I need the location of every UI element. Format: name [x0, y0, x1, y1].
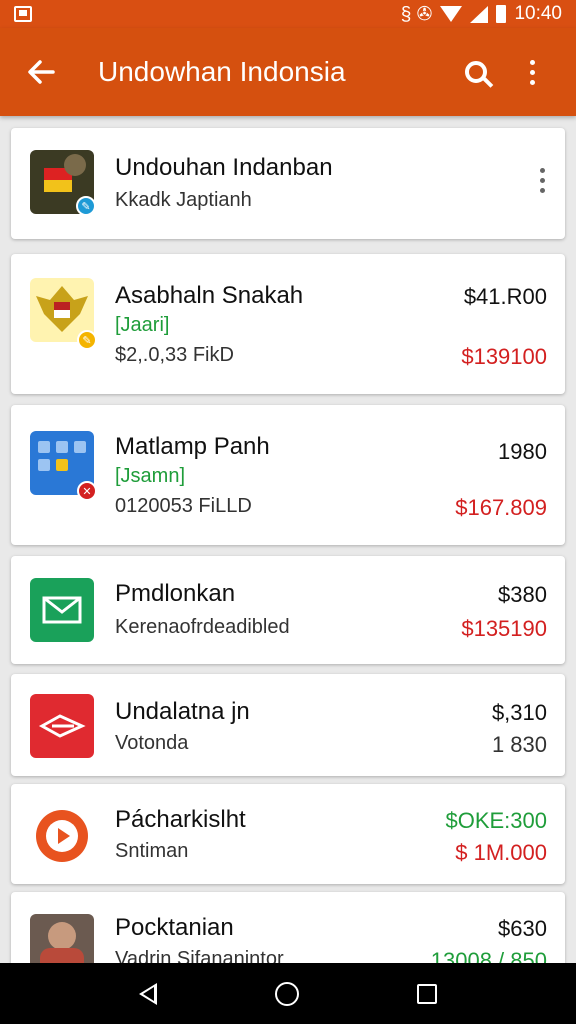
item-tag: [Jsamn]	[115, 465, 186, 487]
page-title: Undowhan Indonsia	[98, 56, 346, 87]
item-value-primary: $380	[498, 582, 547, 607]
header-badge-icon: ✎	[76, 196, 96, 216]
item-value-primary: 1980	[498, 439, 547, 464]
search-button[interactable]	[448, 47, 504, 97]
item-name: Asabhaln Snakah	[115, 282, 304, 309]
item-subtitle: Kerenaofrdeadibled	[115, 616, 290, 638]
nav-home-icon[interactable]	[275, 981, 299, 1006]
app-bar: Undowhan Indonsia	[0, 28, 576, 116]
header-card[interactable]: ✎ Undouhan Indanban Kkadk Japtianh	[11, 128, 565, 239]
nav-recents-icon[interactable]	[417, 983, 437, 1004]
list-item[interactable]: Undalatna jn Votonda $,310 1 830	[11, 674, 565, 776]
item-name: Pocktanian	[115, 914, 234, 941]
status-symbols: § ✇	[400, 3, 433, 25]
item-value-primary: $630	[498, 916, 547, 941]
item-subtitle: $2,.0,33 FikD	[115, 344, 234, 366]
status-time: 10:40	[514, 3, 562, 24]
item-name: Pácharkislht	[115, 806, 246, 833]
header-card-menu-button[interactable]	[540, 168, 545, 193]
back-button[interactable]	[16, 47, 66, 97]
item-subtitle: Votonda	[115, 732, 189, 754]
list-item[interactable]: Pmdlonkan Kerenaofrdeadibled $380 $13519…	[11, 556, 565, 664]
item-value-secondary: $167.809	[455, 495, 547, 520]
transfer-icon	[30, 694, 94, 758]
item-badge-icon: ✕	[77, 481, 97, 501]
list-item[interactable]: Pácharkislht Sntiman $OKE:300 $ 1M.000	[11, 784, 565, 884]
item-badge-icon: ✎	[77, 330, 97, 350]
gallery-notification-icon	[14, 6, 32, 22]
nav-back-icon[interactable]	[139, 982, 157, 1005]
item-name: Matlamp Panh	[115, 433, 270, 460]
item-value-secondary: $ 1M.000	[455, 840, 547, 865]
email-icon	[30, 578, 94, 642]
status-bar: § ✇ 10:40	[0, 0, 576, 28]
item-subtitle: 0120053 FiLLD	[115, 495, 252, 517]
item-value-primary: $OKE:300	[445, 808, 547, 833]
list-item[interactable]: ✎ Asabhaln Snakah [Jaari] $2,.0,33 FikD …	[11, 254, 565, 394]
item-value-secondary: 1 830	[491, 732, 547, 757]
item-value-secondary: $139100	[461, 344, 547, 369]
list-item[interactable]: ✕ Matlamp Panh [Jsamn] 0120053 FiLLD 198…	[11, 405, 565, 545]
item-name: Pmdlonkan	[115, 580, 236, 607]
item-subtitle: Sntiman	[115, 840, 189, 862]
item-tag: [Jaari]	[115, 314, 170, 336]
play-icon	[30, 804, 94, 868]
item-value-primary: $41.R00	[463, 284, 547, 309]
header-subtitle: Kkadk Japtianh	[115, 189, 252, 211]
wifi-icon	[440, 6, 463, 22]
arrow-back-icon	[28, 60, 55, 84]
item-value-primary: $,310	[491, 700, 547, 725]
battery-icon	[496, 5, 507, 23]
header-name: Undouhan Indanban	[115, 154, 333, 181]
more-vert-icon	[529, 59, 535, 85]
signal-icon	[470, 5, 489, 23]
overflow-menu-button[interactable]	[504, 47, 560, 97]
navigation-bar	[0, 963, 576, 1024]
search-icon	[465, 61, 487, 83]
item-name: Undalatna jn	[115, 698, 250, 725]
item-value-secondary: $135190	[461, 616, 547, 641]
